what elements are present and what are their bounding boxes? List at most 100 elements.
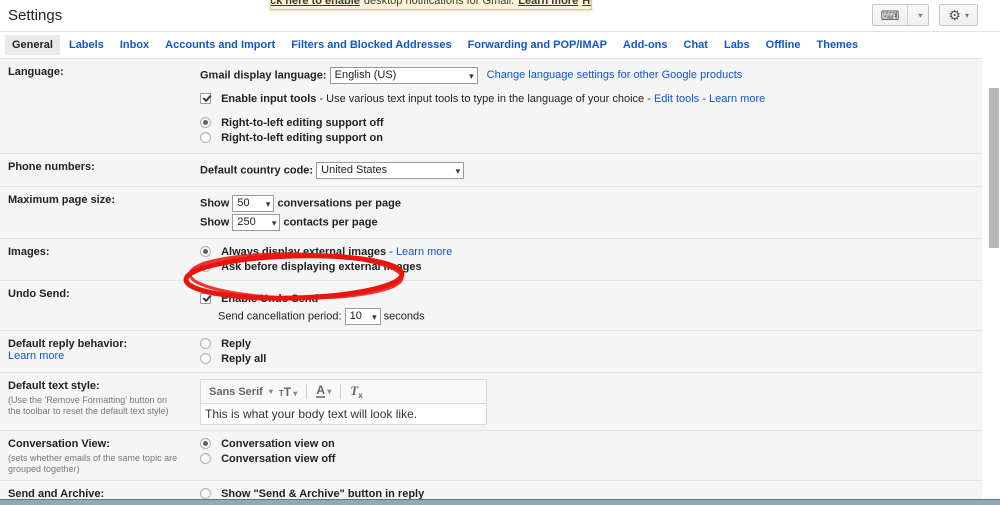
edit-tools-link[interactable]: Edit tools [654,93,699,105]
gear-icon: ⚙ [948,7,961,23]
enable-input-tools-label: Enable input tools [221,93,317,105]
reply-all-label: Reply all [221,353,267,365]
chevron-down-icon: ▾ [918,10,923,20]
change-language-link[interactable]: Change language settings for other Googl… [487,69,743,81]
cancellation-period-label: Send cancellation period: [218,310,342,323]
row-default-reply-behavior: Default reply behavior: Learn more Reply… [0,330,982,372]
tab-labs[interactable]: Labs [717,35,757,55]
reply-all-radio[interactable] [200,353,211,364]
rtl-on-radio[interactable] [200,132,211,143]
settings-table: Language: Gmail display language: Englis… [0,58,982,505]
reply-behavior-learn-more-link[interactable]: Learn more [8,350,64,362]
toolbar-divider [306,384,308,399]
undo-send-label: Undo Send: [8,288,70,300]
show-label: Show [200,197,230,210]
ask-before-display-label: Ask before displaying external images [221,261,422,273]
taskbar-edge [0,499,1000,505]
show-label: Show [200,216,230,229]
input-tools-button[interactable]: ⌨ ▾ [871,4,930,26]
ask-before-display-radio[interactable] [200,261,211,272]
rtl-on-label: Right-to-left editing support on [221,132,383,144]
tab-inbox[interactable]: Inbox [113,35,156,55]
input-tools-description: - Use various text input tools to type i… [316,93,654,105]
conversations-per-page-select[interactable]: 50 [232,195,275,212]
tab-forwarding-and-pop-imap[interactable]: Forwarding and POP/IMAP [461,35,614,55]
conversation-view-off-radio[interactable] [200,453,211,464]
banner-learn-more-link[interactable]: Learn more [518,0,578,7]
display-language-label: Gmail display language: [200,69,327,82]
tab-accounts-and-import[interactable]: Accounts and Import [158,35,282,55]
remove-formatting-icon: T [350,382,359,398]
reply-radio[interactable] [200,338,211,349]
desktop-notification-banner: Click here to enable desktop notificatio… [270,0,592,10]
conversation-view-off-label: Conversation view off [221,453,336,465]
banner-text: desktop notifications for Gmail. [363,0,515,7]
conversations-suffix: conversations per page [277,197,401,210]
contacts-suffix: contacts per page [283,216,378,229]
country-code-select[interactable]: United States [316,162,465,179]
text-style-preview: This is what your body text will look li… [200,404,487,425]
conversation-view-on-radio[interactable] [200,438,211,449]
scrollbar[interactable] [982,33,1000,505]
show-send-archive-radio[interactable] [200,488,211,499]
dash-separator: - [699,93,709,105]
contacts-per-page-select[interactable]: 250 [232,214,281,231]
row-images: Images: Always display external images -… [0,238,982,280]
text-style-toolbar: Sans Serif ▾ TT ▾ A ▾ Tx [200,379,487,404]
chevron-down-icon: ▾ [268,387,273,396]
banner-enable-link[interactable]: Click here to enable [271,0,360,7]
language-label: Language: [8,66,64,78]
seconds-suffix: seconds [383,310,425,323]
input-tools-dropdown[interactable]: ▾ [907,5,928,25]
keyboard-icon: ⌨ [880,7,900,23]
font-family-select[interactable]: Sans Serif [209,386,263,398]
tab-add-ons[interactable]: Add-ons [616,35,675,55]
input-tools-learn-more-link[interactable]: Learn more [709,93,765,105]
row-undo-send: Undo Send: Enable Undo Send Send cancell… [0,280,982,330]
text-style-sublabel: (Use the 'Remove Formatting' button on t… [8,395,169,416]
display-language-select[interactable]: English (US) [329,67,478,84]
tab-filters-and-blocked-addresses[interactable]: Filters and Blocked Addresses [284,35,458,55]
cancellation-period-select[interactable]: 10 [344,308,381,325]
enable-undo-send-checkbox[interactable] [200,293,211,304]
always-display-images-radio[interactable] [200,246,211,257]
banner-hide-link[interactable]: Hide [582,0,591,7]
text-color-button[interactable]: A ▾ [316,383,331,398]
row-language: Language: Gmail display language: Englis… [0,59,982,153]
text-color-icon: A [316,383,325,398]
phone-numbers-label: Phone numbers: [8,161,95,173]
scrollbar-thumb[interactable] [989,88,999,248]
page-title: Settings [8,7,63,24]
images-learn-more-link[interactable]: Learn more [396,246,452,258]
toolbar-divider [340,384,342,399]
tab-themes[interactable]: Themes [810,35,866,55]
conversation-view-on-label: Conversation view on [221,438,335,450]
enable-undo-send-label: Enable Undo Send [221,293,319,305]
row-phone-numbers: Phone numbers: Default country code: Uni… [0,153,982,186]
gmail-settings-page: Click here to enable desktop notificatio… [0,0,1000,505]
enable-input-tools-checkbox[interactable] [200,93,211,104]
tab-chat[interactable]: Chat [677,35,715,55]
tab-offline[interactable]: Offline [759,35,808,55]
rtl-off-label: Right-to-left editing support off [221,117,384,129]
max-page-size-label: Maximum page size: [8,194,115,206]
remove-formatting-button[interactable]: Tx [350,383,362,400]
dash-separator: - [386,246,396,258]
settings-gear-button[interactable]: ⚙ ▾ [939,4,978,26]
row-max-page-size: Maximum page size: Show 50 conversations… [0,186,982,238]
reply-label: Reply [221,338,252,350]
tab-general[interactable]: General [5,35,60,55]
rtl-off-radio[interactable] [200,117,211,128]
conversation-view-sublabel: (sets whether emails of the same topic a… [8,453,178,474]
text-style-label: Default text style: [8,380,100,392]
country-code-label: Default country code: [200,164,314,177]
font-size-button[interactable]: TT ▾ [279,385,297,399]
settings-tabbar: General Labels Inbox Accounts and Import… [0,32,1000,58]
tab-labels[interactable]: Labels [62,35,111,55]
chevron-down-icon: ▾ [964,10,969,20]
reply-behavior-label: Default reply behavior: [8,338,128,350]
chevron-down-icon: ▾ [291,388,298,398]
always-display-images-label: Always display external images [221,246,387,258]
conversation-view-label: Conversation View: [8,438,110,450]
row-default-text-style: Default text style: (Use the 'Remove For… [0,372,982,430]
